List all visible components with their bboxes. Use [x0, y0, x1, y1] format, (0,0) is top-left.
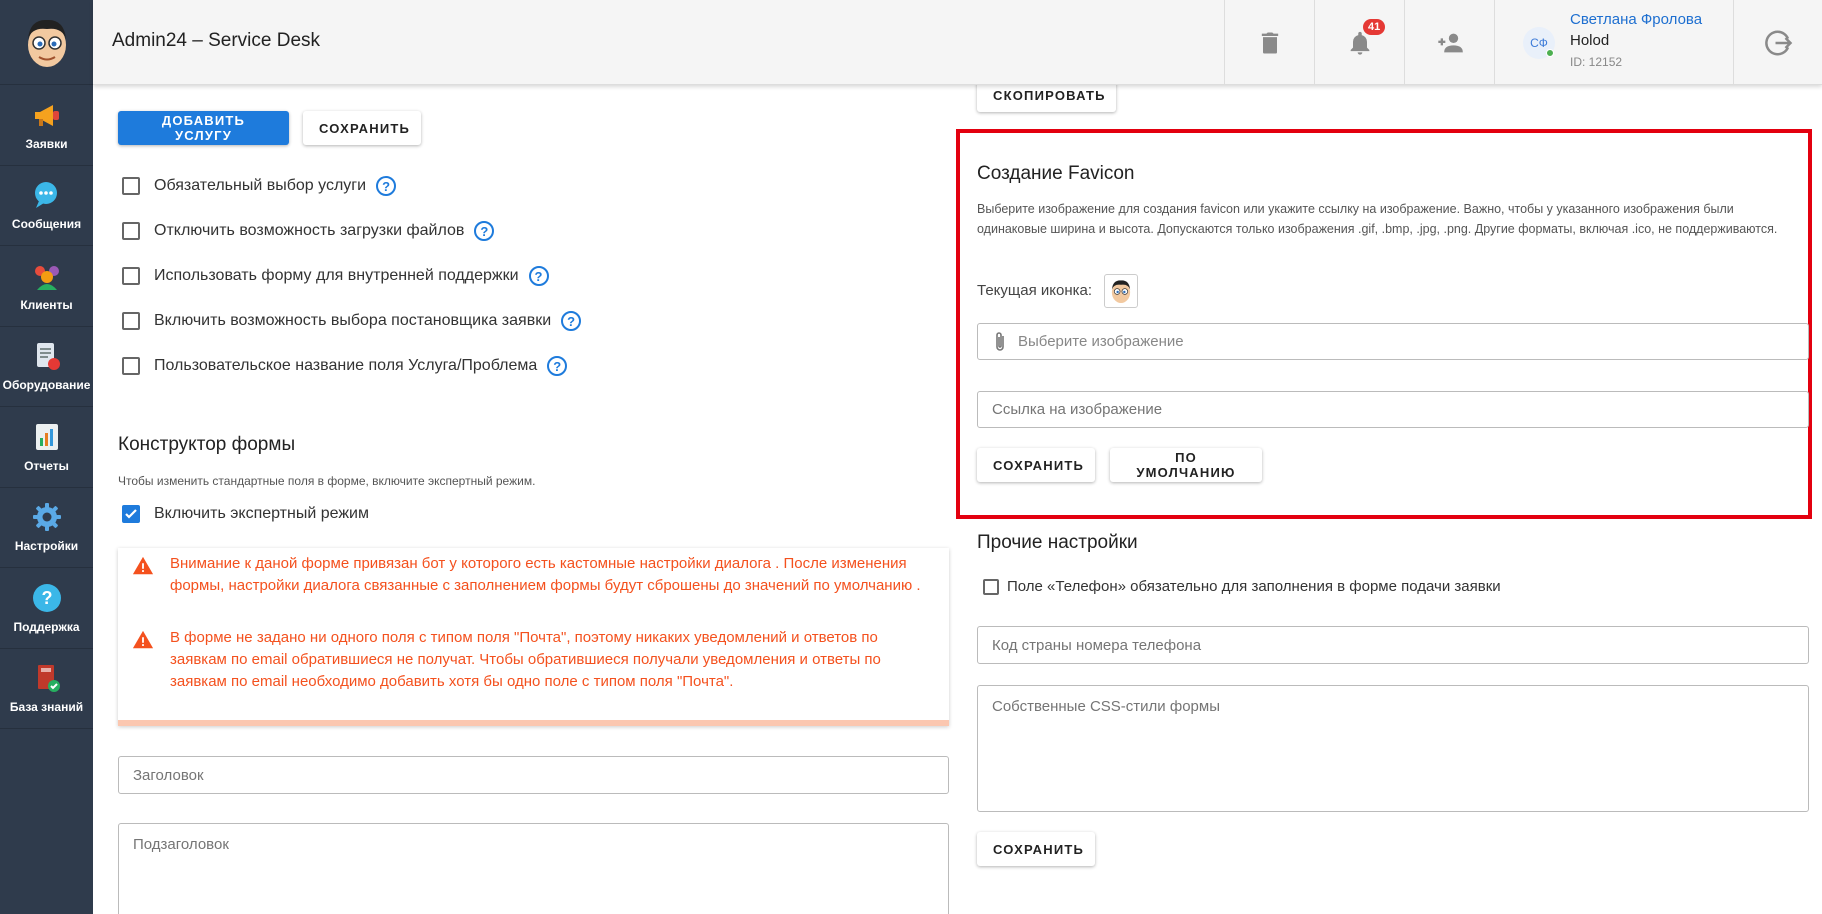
add-user-button[interactable]	[1404, 0, 1494, 85]
checkbox-label: Пользовательское название поля Услуга/Пр…	[154, 357, 538, 374]
checkbox-expert-mode[interactable]	[122, 505, 140, 523]
megaphone-icon	[34, 104, 59, 126]
gear-icon	[32, 503, 61, 532]
sidebar-item-equipment[interactable]: Оборудование	[0, 327, 93, 407]
checkbox-row: Включить экспертный режим	[122, 505, 369, 523]
check-icon	[125, 509, 137, 519]
checkbox-disable-uploads[interactable]	[122, 222, 140, 240]
checkbox-row: Использовать форму для внутренней поддер…	[122, 266, 549, 286]
checkbox-internal-support[interactable]	[122, 267, 140, 285]
file-picker[interactable]: Выберите изображение	[977, 323, 1809, 360]
favicon-title: Создание Favicon	[977, 163, 1135, 184]
sidebar-item-label: Отчеты	[24, 458, 69, 473]
form-builder-title: Конструктор формы	[118, 434, 296, 455]
help-icon[interactable]: ?	[561, 311, 582, 331]
add-user-icon	[1437, 33, 1463, 52]
form-builder-hint: Чтобы изменить стандартные поля в форме,…	[118, 474, 536, 488]
sidebar-item-label: Заявки	[25, 136, 68, 151]
reports-icon	[35, 423, 58, 450]
current-icon-label: Текущая иконка:	[977, 282, 1093, 299]
file-picker-placeholder: Выберите изображение	[1018, 333, 1184, 350]
sidebar-item-tickets[interactable]: Заявки	[0, 85, 93, 166]
checkbox-label: Включить возможность выбора постановщика…	[154, 312, 552, 329]
clients-icon	[34, 265, 59, 290]
sidebar-item-label: Клиенты	[20, 297, 73, 312]
online-status-icon	[1546, 49, 1554, 57]
favicon-description: Выберите изображение для создания favico…	[977, 202, 1778, 236]
checkbox-requester-choice[interactable]	[122, 312, 140, 330]
sidebar-item-reports[interactable]: Отчеты	[0, 407, 93, 488]
checkbox-phone-required[interactable]	[983, 578, 999, 595]
warning-text: Внимание к даной форме привязан бот у ко…	[170, 555, 921, 594]
checkbox-row: Включить возможность выбора постановщика…	[122, 311, 582, 331]
notifications-badge: 41	[1363, 19, 1386, 35]
sidebar-item-clients[interactable]: Клиенты	[0, 246, 93, 327]
custom-css-textarea[interactable]	[977, 685, 1809, 812]
warning-icon	[132, 556, 154, 575]
checkbox-row: Обязательный выбор услуги ?	[122, 176, 397, 196]
equipment-icon	[36, 343, 60, 371]
add-service-button[interactable]: Добавить услугу	[118, 111, 289, 145]
checkbox-label: Поле «Телефон» обязательно для заполнени…	[1007, 578, 1501, 595]
user-profile[interactable]: СФ Светлана Фролова Holod ID: 12152	[1494, 0, 1734, 85]
country-code-input[interactable]	[977, 626, 1809, 664]
sidebar-item-support[interactable]: ? Поддержка	[0, 568, 93, 649]
sidebar-item-knowledge-base[interactable]: База знаний	[0, 649, 93, 729]
help-icon: ?	[32, 583, 61, 612]
warning-item: В форме не задано ни одного поля с типом…	[132, 627, 932, 693]
sidebar-item-settings[interactable]: Настройки	[0, 488, 93, 568]
checkbox-label: Отключить возможность загрузки файлов	[154, 222, 465, 239]
warning-text: В форме не задано ни одного поля с типом…	[170, 629, 881, 690]
checkbox-row: Пользовательское название поля Услуга/Пр…	[122, 356, 568, 376]
favicon-save-button[interactable]: Сохранить	[977, 448, 1095, 482]
sidebar-item-label: Сообщения	[11, 217, 82, 232]
user-name[interactable]: Светлана Фролова	[1570, 11, 1702, 28]
logo[interactable]	[0, 0, 93, 85]
trash-icon	[1261, 32, 1278, 53]
help-icon[interactable]: ?	[547, 356, 568, 376]
sidebar-item-label: База знаний	[9, 700, 84, 715]
checkbox-row: Отключить возможность загрузки файлов ?	[122, 221, 495, 241]
help-icon[interactable]: ?	[528, 266, 549, 286]
checkbox-row: Поле «Телефон» обязательно для заполнени…	[983, 578, 1501, 595]
warning-box: Внимание к даной форме привязан бот у ко…	[118, 548, 949, 726]
app-title: Admin24 – Service Desk	[112, 30, 321, 51]
checkbox-label: Обязательный выбор услуги	[154, 177, 367, 194]
knowledge-base-icon	[37, 665, 60, 693]
sidebar: Заявки Сообщения Клиенты Оборудование От…	[0, 0, 93, 914]
other-settings-title: Прочие настройки	[977, 532, 1138, 553]
save-services-button[interactable]: Сохранить	[303, 111, 421, 145]
sidebar-item-messages[interactable]: Сообщения	[0, 166, 93, 246]
help-icon[interactable]: ?	[376, 176, 397, 196]
trash-button[interactable]	[1224, 0, 1314, 85]
logout-icon	[1765, 29, 1793, 55]
checkbox-label: Включить экспертный режим	[154, 505, 369, 522]
help-icon[interactable]: ?	[474, 221, 495, 241]
paperclip-icon	[996, 331, 1004, 351]
image-url-input[interactable]	[977, 391, 1809, 428]
sidebar-item-label: Настройки	[14, 539, 79, 554]
warning-item: Внимание к даной форме привязан бот у ко…	[132, 553, 932, 597]
user-org: Holod	[1570, 32, 1610, 49]
avatar-logo-icon	[27, 19, 66, 67]
warning-icon	[132, 630, 154, 649]
user-id: ID: 12152	[1570, 55, 1623, 69]
heading-input[interactable]	[118, 756, 949, 794]
checkbox-required-service[interactable]	[122, 177, 140, 195]
favicon-default-button[interactable]: По умолчанию	[1110, 448, 1262, 482]
subheading-textarea[interactable]	[118, 823, 949, 914]
top-bar: Admin24 – Service Desk 41 СФ Светлана Фр…	[93, 0, 1822, 85]
chat-icon	[34, 182, 57, 209]
notifications-button[interactable]: 41	[1314, 0, 1404, 85]
avatar-favicon-icon	[1111, 280, 1131, 303]
other-settings-save-button[interactable]: Сохранить	[977, 832, 1095, 866]
svg-text:?: ?	[41, 588, 52, 608]
sidebar-item-label: Поддержка	[13, 619, 80, 634]
checkbox-custom-field-name[interactable]	[122, 357, 140, 375]
current-favicon	[1104, 274, 1138, 308]
sidebar-item-label: Оборудование	[2, 378, 91, 393]
logout-button[interactable]	[1734, 0, 1822, 85]
checkbox-label: Использовать форму для внутренней поддер…	[154, 267, 519, 284]
